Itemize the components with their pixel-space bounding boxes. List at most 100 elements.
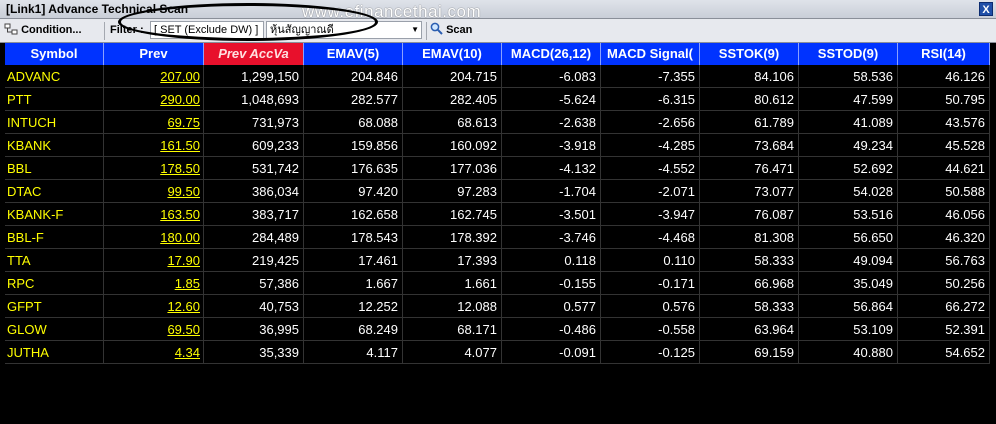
column-header-macd[interactable]: MACD(26,12) (502, 43, 601, 65)
cell-symbol: JUTHA (5, 341, 104, 364)
column-header-emav5[interactable]: EMAV(5) (304, 43, 403, 65)
cell-sstok: 73.684 (700, 134, 799, 157)
cell-prev-accval: 1,048,693 (204, 88, 304, 111)
table-row[interactable]: JUTHA 4.34 35,339 4.117 4.077 -0.091 -0.125 69.… (5, 341, 990, 364)
prev-price-link[interactable]: 178.50 (160, 161, 200, 176)
cell-prev[interactable]: 12.60 (104, 295, 204, 318)
prev-price-link[interactable]: 17.90 (167, 253, 200, 268)
cell-prev-accval: 383,717 (204, 203, 304, 226)
cell-sstod: 41.089 (799, 111, 898, 134)
cell-macd-signal: -4.552 (601, 157, 700, 180)
prev-price-link[interactable]: 69.50 (167, 322, 200, 337)
cell-rsi: 66.272 (898, 295, 990, 318)
prev-price-link[interactable]: 69.75 (167, 115, 200, 130)
cell-symbol: INTUCH (5, 111, 104, 134)
cell-sstok: 76.087 (700, 203, 799, 226)
cell-symbol: KBANK-F (5, 203, 104, 226)
cell-prev[interactable]: 290.00 (104, 88, 204, 111)
cell-macd: -3.918 (502, 134, 601, 157)
prev-price-link[interactable]: 290.00 (160, 92, 200, 107)
prev-price-link[interactable]: 161.50 (160, 138, 200, 153)
scan-label: Scan (446, 24, 473, 36)
prev-price-link[interactable]: 180.00 (160, 230, 200, 245)
cell-macd: -3.501 (502, 203, 601, 226)
condition-button[interactable]: Condition... (4, 22, 82, 39)
cell-macd: -0.155 (502, 272, 601, 295)
column-header-prev-accval[interactable]: Prev AccVa (204, 43, 304, 65)
column-header-macd-signal[interactable]: MACD Signal( (601, 43, 700, 65)
close-button[interactable]: X (979, 2, 993, 16)
table-row[interactable]: ADVANC 207.00 1,299,150 204.846 204.715 -6.08… (5, 65, 990, 88)
cell-macd: -0.091 (502, 341, 601, 364)
cell-macd-signal: -0.125 (601, 341, 700, 364)
prev-price-link[interactable]: 12.60 (167, 299, 200, 314)
cell-emav10: 68.171 (403, 318, 502, 341)
cell-rsi: 46.056 (898, 203, 990, 226)
cell-sstod: 52.692 (799, 157, 898, 180)
cell-prev[interactable]: 69.50 (104, 318, 204, 341)
cell-macd: -0.486 (502, 318, 601, 341)
cell-symbol: KBANK (5, 134, 104, 157)
cell-emav5: 178.543 (304, 226, 403, 249)
table-row[interactable]: TTA 17.90 219,425 17.461 17.393 0.118 0.110 58.… (5, 249, 990, 272)
cell-emav10: 177.036 (403, 157, 502, 180)
prev-price-link[interactable]: 163.50 (160, 207, 200, 222)
table-row[interactable]: PTT 290.00 1,048,693 282.577 282.405 -5.624 -6… (5, 88, 990, 111)
cell-rsi: 45.528 (898, 134, 990, 157)
cell-emav10: 160.092 (403, 134, 502, 157)
column-header-symbol[interactable]: Symbol (5, 43, 104, 65)
cell-prev-accval: 36,995 (204, 318, 304, 341)
cell-emav5: 68.249 (304, 318, 403, 341)
cell-prev[interactable]: 17.90 (104, 249, 204, 272)
cell-macd-signal: -2.656 (601, 111, 700, 134)
column-header-sstod[interactable]: SSTOD(9) (799, 43, 898, 65)
column-header-rsi[interactable]: RSI(14) (898, 43, 990, 65)
cell-emav5: 17.461 (304, 249, 403, 272)
cell-macd-signal: -4.285 (601, 134, 700, 157)
prev-price-link[interactable]: 99.50 (167, 184, 200, 199)
cell-rsi: 50.588 (898, 180, 990, 203)
cell-sstok: 58.333 (700, 295, 799, 318)
prev-price-link[interactable]: 4.34 (175, 345, 200, 360)
cell-prev[interactable]: 163.50 (104, 203, 204, 226)
cell-emav5: 12.252 (304, 295, 403, 318)
column-header-sstok[interactable]: SSTOK(9) (700, 43, 799, 65)
cell-prev[interactable]: 207.00 (104, 65, 204, 88)
condition-icon (4, 23, 18, 35)
table-row[interactable]: RPC 1.85 57,386 1.667 1.661 -0.155 -0.171 66.96… (5, 272, 990, 295)
cell-sstod: 56.864 (799, 295, 898, 318)
cell-prev[interactable]: 69.75 (104, 111, 204, 134)
toolbar-separator (104, 22, 105, 40)
table-row[interactable]: KBANK-F 163.50 383,717 162.658 162.745 -3.501… (5, 203, 990, 226)
cell-macd-signal: 0.576 (601, 295, 700, 318)
column-header-prev[interactable]: Prev (104, 43, 204, 65)
table-row[interactable]: DTAC 99.50 386,034 97.420 97.283 -1.704 -2.071… (5, 180, 990, 203)
cell-sstod: 35.049 (799, 272, 898, 295)
table-row[interactable]: GFPT 12.60 40,753 12.252 12.088 0.577 0.576 58.… (5, 295, 990, 318)
prev-price-link[interactable]: 207.00 (160, 69, 200, 84)
scan-button[interactable]: Scan (430, 22, 472, 39)
cell-prev[interactable]: 178.50 (104, 157, 204, 180)
cell-sstod: 47.599 (799, 88, 898, 111)
table-row[interactable]: BBL 178.50 531,742 176.635 177.036 -4.132 -4.5… (5, 157, 990, 180)
cell-macd: -4.132 (502, 157, 601, 180)
cell-rsi: 52.391 (898, 318, 990, 341)
cell-prev[interactable]: 4.34 (104, 341, 204, 364)
column-header-emav10[interactable]: EMAV(10) (403, 43, 502, 65)
table-row[interactable]: GLOW 69.50 36,995 68.249 68.171 -0.486 -0.558 6… (5, 318, 990, 341)
cell-prev[interactable]: 161.50 (104, 134, 204, 157)
cell-macd: -5.624 (502, 88, 601, 111)
prev-price-link[interactable]: 1.85 (175, 276, 200, 291)
cell-macd: -6.083 (502, 65, 601, 88)
cell-rsi: 56.763 (898, 249, 990, 272)
cell-prev[interactable]: 99.50 (104, 180, 204, 203)
cell-macd-signal: -4.468 (601, 226, 700, 249)
table-row[interactable]: INTUCH 69.75 731,973 68.088 68.613 -2.638 -2.6… (5, 111, 990, 134)
table-row[interactable]: BBL-F 180.00 284,489 178.543 178.392 -3.746 -4… (5, 226, 990, 249)
cell-symbol: PTT (5, 88, 104, 111)
cell-prev[interactable]: 180.00 (104, 226, 204, 249)
cell-prev[interactable]: 1.85 (104, 272, 204, 295)
cell-sstok: 66.968 (700, 272, 799, 295)
table-row[interactable]: KBANK 161.50 609,233 159.856 160.092 -3.918 -4… (5, 134, 990, 157)
chevron-down-icon: ▼ (411, 25, 419, 34)
